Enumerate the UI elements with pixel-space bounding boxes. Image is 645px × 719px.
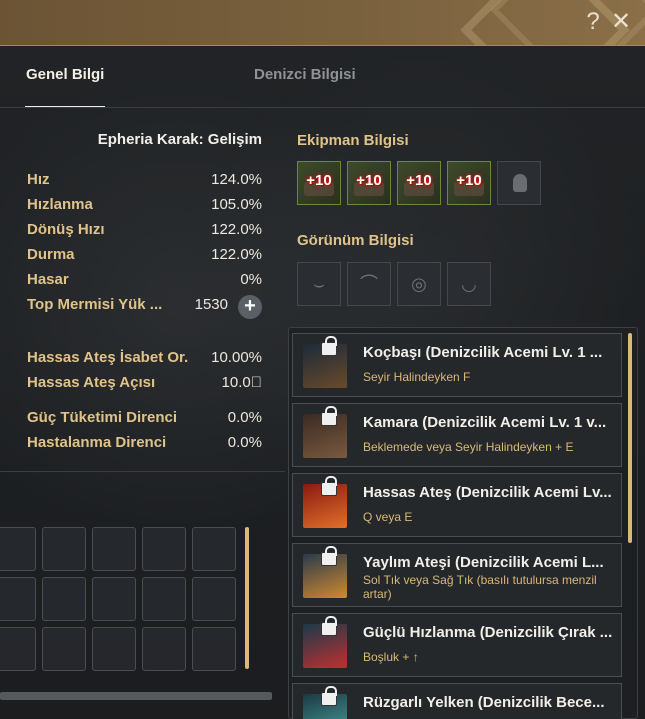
resist-stat-label: Hastalanma Direnci [27,434,167,451]
skill-keybind: Sol Tık veya Sağ Tık (basılı tutulursa m… [363,573,597,601]
inventory-slot[interactable] [92,627,136,671]
ship-stat-value: 122.0% [211,246,262,263]
skill-name: Koçbaşı (Denizcilik Acemi Lv. 1 ... [363,344,603,361]
skill-item[interactable]: Yaylım Ateşi (Denizcilik Acemi L... Sol T… [292,543,622,607]
cannon-stat-label: Hassas Ateş İsabet Or. [27,349,189,366]
tab-sailor-info[interactable]: Denizci Bilgisi [254,66,356,83]
help-icon[interactable]: ? [580,9,606,35]
ship-stat-value: 124.0% [211,171,262,188]
inventory-slot[interactable] [192,527,236,571]
inventory-slot[interactable] [92,527,136,571]
skill-item[interactable]: Güçlü Hızlanma (Denizcilik Çırak ... Boşl… [292,613,622,677]
sail-icon: ◡ [461,274,477,294]
appearance-title: Görünüm Bilgisi [297,232,414,249]
ship-stat-label: Hız [27,171,50,188]
skill-name: Kamara (Denizcilik Acemi Lv. 1 v... [363,414,607,431]
lock-icon [321,476,337,496]
ship-stat-value: 105.0% [211,196,262,213]
ammo-capacity-value: 1530 [194,296,228,313]
resist-stat-row: Hastalanma Direnci 0.0% [27,434,262,454]
resist-stat-value: 0.0% [227,434,262,451]
equipment-slot-sailor[interactable] [497,161,541,205]
inventory-slot[interactable] [42,527,86,571]
inventory-slot[interactable] [92,577,136,621]
ship-stat-row: Hız 124.0% [27,171,262,191]
cannon-stat-value: 10.0⃝ [221,374,262,391]
ammo-capacity-label: Top Mermisi Yük ... [27,296,163,313]
cannon-stat-value: 10.00% [211,349,262,366]
ship-stat-row: Hızlanma 105.0% [27,196,262,216]
skill-item[interactable]: Rüzgarlı Yelken (Denizcilik Bece... [292,683,622,719]
ship-stat-row: Durma 122.0% [27,246,262,266]
inventory-slot[interactable] [0,527,36,571]
appearance-slot[interactable]: ⌣ [297,262,341,306]
enhancement-level: +10 [406,172,432,189]
section-divider [0,471,285,472]
skill-keybind: Boşluk + ↑ [363,650,419,664]
inventory-slot[interactable] [192,627,236,671]
resist-stat-value: 0.0% [227,409,262,426]
skill-item[interactable]: Koçbaşı (Denizcilik Acemi Lv. 1 ... Seyir… [292,333,622,397]
close-icon[interactable]: ✕ [608,9,634,35]
skill-keybind: Beklemede veya Seyir Halindeyken + E [363,440,574,454]
title-bar [0,0,645,46]
ship-stat-label: Durma [27,246,75,263]
equipment-slot[interactable]: +10 [447,161,491,205]
appearance-slot[interactable]: ◎ [397,262,441,306]
ship-stat-label: Dönüş Hızı [27,221,105,238]
skill-item[interactable]: Hassas Ateş (Denizcilik Acemi Lv... Q vey… [292,473,622,537]
appearance-slot[interactable]: ⌒ [347,262,391,306]
lock-icon [321,616,337,636]
ship-stat-label: Hasar [27,271,69,288]
lock-icon [321,336,337,356]
skill-keybind: Q veya E [363,510,413,524]
lock-icon [321,406,337,426]
lock-icon [321,686,337,706]
ship-stat-row: Dönüş Hızı 122.0% [27,221,262,241]
appearance-slot[interactable]: ◡ [447,262,491,306]
skill-keybind: Seyir Halindeyken F [363,370,471,384]
lock-icon [321,546,337,566]
skills-scrollbar[interactable] [628,333,632,543]
inventory-scrollbar[interactable] [245,527,249,669]
equipment-slot[interactable]: +10 [347,161,391,205]
cannon-stat-label: Hassas Ateş Açısı [27,374,156,391]
figurehead-icon: ⌒ [360,274,378,294]
resist-stat-label: Güç Tüketimi Direnci [27,409,178,426]
ship-stat-value: 0% [240,271,262,288]
prow-icon: ⌣ [313,274,325,294]
enhancement-level: +10 [356,172,382,189]
resist-stat-row: Güç Tüketimi Direnci 0.0% [27,409,262,429]
cannon-stat-row: Hassas Ateş Açısı 10.0⃝ [27,374,262,394]
inventory-slot[interactable] [0,577,36,621]
skill-name: Güçlü Hızlanma (Denizcilik Çırak ... [363,624,613,641]
equipment-title: Ekipman Bilgisi [297,132,409,149]
tab-divider [0,107,645,108]
equipment-slot[interactable]: +10 [397,161,441,205]
inventory-slot[interactable] [142,527,186,571]
tab-general-info[interactable]: Genel Bilgi [26,66,104,83]
skill-item[interactable]: Kamara (Denizcilik Acemi Lv. 1 v... Bekle… [292,403,622,467]
inventory-slot[interactable] [0,627,36,671]
cannon-stat-row: Hassas Ateş İsabet Or. 10.00% [27,349,262,369]
add-ammo-button[interactable]: + [238,295,262,319]
inventory-horizontal-scrollbar[interactable] [0,692,272,700]
inventory-slot[interactable] [192,577,236,621]
skill-name: Hassas Ateş (Denizcilik Acemi Lv... [363,484,612,501]
skill-name: Yaylım Ateşi (Denizcilik Acemi L... [363,554,604,571]
skill-name: Rüzgarlı Yelken (Denizcilik Bece... [363,694,605,711]
ship-stat-label: Hızlanma [27,196,93,213]
inventory-slot[interactable] [42,627,86,671]
ship-title: Epheria Karak: Gelişim [97,131,262,148]
inventory-slot[interactable] [142,627,186,671]
ship-stat-row: Hasar 0% [27,271,262,291]
inventory-slot[interactable] [142,577,186,621]
enhancement-level: +10 [306,172,332,189]
enhancement-level: +10 [456,172,482,189]
ship-stat-value: 122.0% [211,221,262,238]
equipment-slot[interactable]: +10 [297,161,341,205]
inventory-slot[interactable] [42,577,86,621]
sailor-icon [513,174,527,192]
cannon-icon: ◎ [411,274,427,294]
